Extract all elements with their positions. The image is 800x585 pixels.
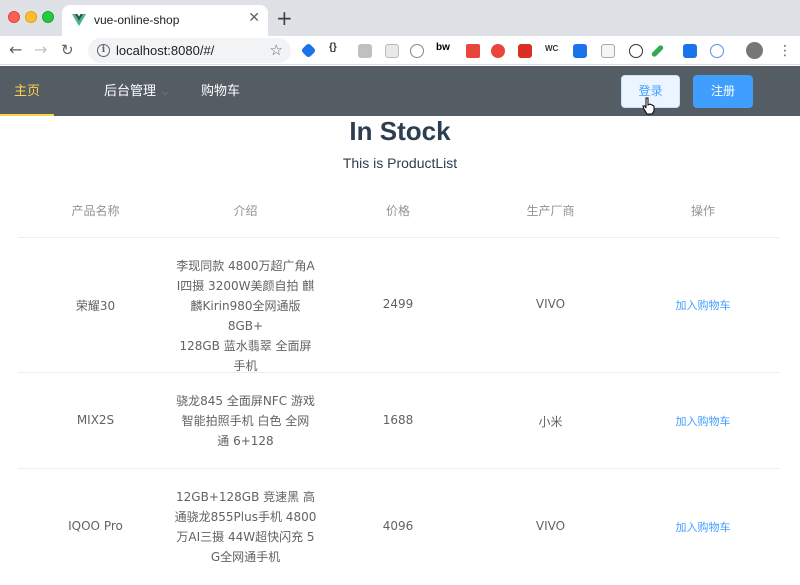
- extension-icon[interactable]: [385, 44, 399, 58]
- description-line: 通 6+128: [217, 434, 274, 448]
- product-description: 骁龙845 全面屏NFC 游戏 智能拍照手机 白色 全网 通 6+128: [173, 391, 318, 451]
- menu-item-cart[interactable]: 购物车: [201, 66, 240, 116]
- extension-icon[interactable]: [300, 42, 317, 59]
- extension-icon[interactable]: [629, 44, 643, 58]
- address-bar[interactable]: i localhost:8080/#/ ☆: [88, 38, 291, 63]
- description-line: I四摄 3200W美颜自拍 麒: [176, 279, 315, 293]
- extension-icon[interactable]: [601, 44, 615, 58]
- browser-tab[interactable]: vue-online-shop ✕: [62, 5, 268, 36]
- product-price: 1688: [382, 413, 414, 427]
- product-maker: 小米: [538, 415, 563, 429]
- tab-close-icon[interactable]: ✕: [248, 10, 260, 26]
- product-description: 12GB+128GB 竞速黑 高 通骁龙855Plus手机 4800 万AI三摄…: [173, 487, 318, 567]
- add-to-cart-link[interactable]: 加入购物车: [623, 297, 783, 313]
- table-row: IQOO Pro 12GB+128GB 竞速黑 高 通骁龙855Plus手机 4…: [18, 469, 780, 585]
- page-title: In Stock: [349, 116, 451, 146]
- menu-item-admin[interactable]: 后台管理 ⌵: [104, 66, 169, 116]
- timer-extension-icon[interactable]: [410, 44, 424, 58]
- register-button[interactable]: 注册: [693, 75, 753, 108]
- extension-icon[interactable]: [466, 44, 480, 58]
- more-menu-icon[interactable]: ⋮: [778, 40, 792, 62]
- description-line: 万AI三摄 44W超快闪充 5: [176, 530, 315, 544]
- browser-titlebar: vue-online-shop ✕ +: [0, 0, 800, 36]
- column-header: 价格: [385, 204, 410, 218]
- new-tab-button[interactable]: +: [276, 6, 293, 30]
- bookmark-star-icon[interactable]: ☆: [270, 41, 283, 59]
- close-window-button[interactable]: [8, 11, 20, 23]
- extension-icon[interactable]: [518, 44, 532, 58]
- product-name: IQOO Pro: [68, 519, 123, 533]
- menu-item-label: 购物车: [201, 83, 241, 98]
- description-line: 麟Kirin980全网通版8GB+: [190, 299, 301, 333]
- description-line: 12GB+128GB 竞速黑 高: [176, 490, 315, 504]
- menu-item-label: 后台管理: [104, 83, 157, 98]
- product-table: 产品名称 介绍 价格 生产厂商 操作 荣耀30 李现同款 4800万超广角A I…: [18, 186, 780, 585]
- forward-arrow-icon[interactable]: →: [34, 39, 47, 61]
- vue-logo-icon: [72, 14, 86, 26]
- product-price: 4096: [382, 519, 414, 533]
- column-header: 生产厂商: [526, 204, 575, 218]
- description-line: 128GB 蓝水翡翠 全面屏: [179, 339, 312, 353]
- table-row: MIX2S 骁龙845 全面屏NFC 游戏 智能拍照手机 白色 全网 通 6+1…: [18, 373, 780, 469]
- json-extension-icon[interactable]: {}: [329, 42, 337, 53]
- product-name: 荣耀30: [75, 299, 116, 313]
- hand-cursor-icon: [642, 97, 655, 115]
- maximize-window-button[interactable]: [42, 11, 54, 23]
- description-line: 通骁龙855Plus手机 4800: [174, 510, 317, 524]
- reload-icon[interactable]: ↻: [61, 39, 74, 61]
- extension-icon[interactable]: [491, 44, 505, 58]
- product-name: MIX2S: [76, 413, 115, 427]
- description-line: 智能拍照手机 白色 全网: [181, 414, 310, 428]
- wc-extension-icon[interactable]: WC: [545, 44, 558, 53]
- table-header: 产品名称 介绍 价格 生产厂商 操作: [18, 186, 780, 238]
- description-line: 骁龙845 全面屏NFC 游戏: [176, 394, 315, 408]
- product-price: 2499: [382, 297, 414, 311]
- browser-toolbar: ← → ↻ i localhost:8080/#/ ☆ {} bw WC ⋮: [0, 36, 800, 65]
- add-to-cart-link[interactable]: 加入购物车: [623, 519, 783, 535]
- description-line: G全网通手机: [210, 550, 281, 564]
- bw-extension-icon[interactable]: bw: [436, 42, 450, 53]
- product-description: 李现同款 4800万超广角A I四摄 3200W美颜自拍 麒 麟Kirin980…: [173, 256, 318, 376]
- menu-item-home[interactable]: 主页: [0, 66, 55, 116]
- column-header: 介绍: [233, 204, 258, 218]
- description-line: 李现同款 4800万超广角A: [176, 259, 315, 273]
- menu-item-label: 主页: [14, 83, 41, 98]
- add-to-cart-link[interactable]: 加入购物车: [623, 413, 783, 429]
- column-header: 操作: [690, 204, 715, 218]
- page-subtitle: This is ProductList: [342, 155, 458, 171]
- info-icon[interactable]: i: [97, 44, 110, 57]
- column-header: 产品名称: [71, 204, 120, 218]
- extension-icon[interactable]: [683, 44, 697, 58]
- product-maker: VIVO: [535, 519, 566, 533]
- tab-title: vue-online-shop: [94, 13, 180, 27]
- app-navbar: 主页 后台管理 ⌵ 购物车 登录 注册: [0, 66, 800, 116]
- profile-avatar[interactable]: [746, 42, 763, 59]
- extension-icon[interactable]: [358, 44, 372, 58]
- chevron-down-icon: ⌵: [162, 87, 169, 97]
- back-arrow-icon[interactable]: ←: [9, 39, 22, 61]
- table-row: 荣耀30 李现同款 4800万超广角A I四摄 3200W美颜自拍 麒 麟Kir…: [18, 238, 780, 373]
- extension-icon[interactable]: [573, 44, 587, 58]
- product-maker: VIVO: [535, 297, 566, 311]
- extension-icon[interactable]: [710, 44, 724, 58]
- extension-icon[interactable]: [650, 44, 665, 58]
- minimize-window-button[interactable]: [25, 11, 37, 23]
- url-text[interactable]: localhost:8080/#/: [116, 43, 214, 58]
